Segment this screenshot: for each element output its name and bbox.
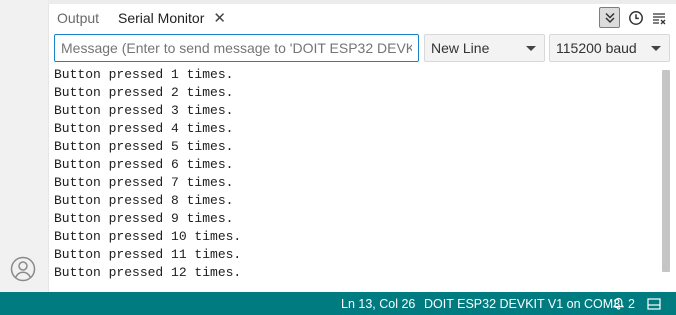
output-line: Button pressed 5 times.: [54, 139, 234, 154]
output-line: Button pressed 7 times.: [54, 175, 234, 190]
line-ending-value: New Line: [431, 40, 490, 56]
baud-rate-value: 115200 baud: [556, 40, 637, 56]
output-line: Button pressed 4 times.: [54, 121, 234, 136]
output-line: Button pressed 8 times.: [54, 193, 234, 208]
output-line: Button pressed 6 times.: [54, 157, 234, 172]
notifications-count: 2: [628, 296, 635, 311]
message-input[interactable]: [54, 34, 419, 62]
toggle-timestamp-button[interactable]: [626, 8, 646, 28]
tab-output[interactable]: Output: [57, 4, 99, 32]
output-line: Button pressed 10 times.: [54, 229, 242, 244]
close-icon[interactable]: ✕: [213, 9, 226, 27]
activity-bar: [0, 0, 49, 292]
clear-output-button[interactable]: [649, 8, 669, 28]
panel-layout-icon: [647, 297, 661, 310]
tab-serial-monitor[interactable]: Serial Monitor ✕: [118, 4, 226, 32]
panel-tab-bar: Output Serial Monitor ✕: [48, 4, 676, 32]
output-line: Button pressed 1 times.: [54, 67, 234, 82]
double-chevron-down-icon: [604, 12, 615, 23]
line-ending-select[interactable]: New Line: [424, 34, 545, 62]
output-line: Button pressed 11 times.: [54, 247, 242, 262]
chevron-down-icon: [526, 46, 536, 51]
toggle-panel-button[interactable]: [647, 292, 661, 315]
chevron-down-icon: [651, 46, 661, 51]
account-icon[interactable]: [10, 256, 36, 282]
scrollbar-thumb[interactable]: [662, 70, 670, 272]
output-line: Button pressed 2 times.: [54, 85, 234, 100]
tab-output-label: Output: [57, 10, 100, 26]
tab-serial-monitor-label: Serial Monitor: [118, 10, 205, 26]
clear-output-icon: [653, 13, 666, 25]
board-port-selector[interactable]: DOIT ESP32 DEVKIT V1 on COM3: [424, 292, 620, 315]
vertical-scrollbar[interactable]: [662, 70, 670, 274]
autoscroll-toggle-button[interactable]: [599, 7, 620, 28]
notifications-button[interactable]: 2: [612, 292, 635, 315]
serial-output[interactable]: Button pressed 1 times. Button pressed 2…: [48, 66, 676, 292]
output-line: Button pressed 12 times.: [54, 265, 242, 280]
clock-icon: [629, 11, 643, 25]
baud-rate-select[interactable]: 115200 baud: [549, 34, 670, 62]
cursor-position[interactable]: Ln 13, Col 26: [341, 292, 415, 315]
bell-icon: [612, 297, 625, 310]
status-bar: Ln 13, Col 26 DOIT ESP32 DEVKIT V1 on CO…: [0, 292, 676, 315]
output-line: Button pressed 9 times.: [54, 211, 234, 226]
output-line: Button pressed 3 times.: [54, 103, 234, 118]
